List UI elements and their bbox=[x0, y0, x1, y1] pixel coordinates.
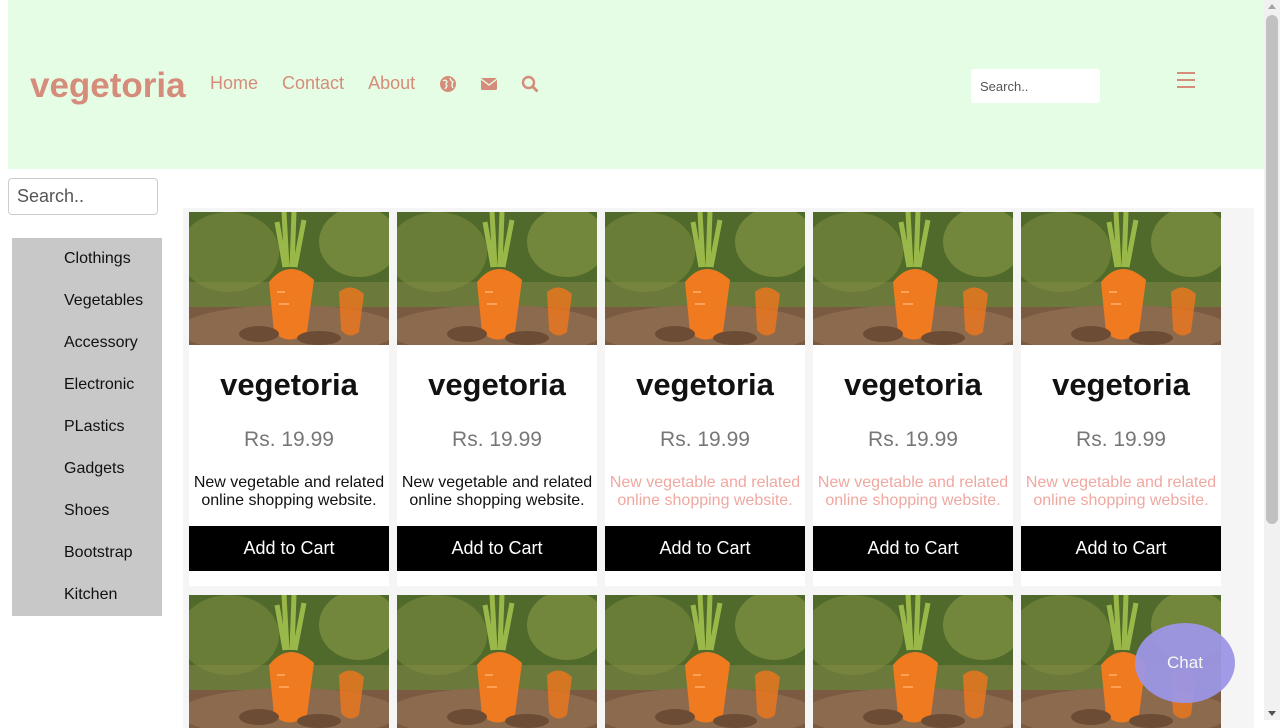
add-to-cart-button[interactable]: Add to Cart bbox=[189, 526, 389, 571]
search-icon[interactable] bbox=[521, 75, 539, 93]
product-card bbox=[189, 595, 389, 728]
product-image[interactable] bbox=[605, 595, 805, 728]
scroll-down-arrow-icon[interactable] bbox=[1268, 711, 1276, 716]
product-description: New vegetable and related online shoppin… bbox=[817, 474, 1009, 509]
product-price: Rs. 19.99 bbox=[452, 428, 542, 451]
sidebar-item-vegetables[interactable]: Vegetables bbox=[12, 280, 162, 322]
product-name: vegetoria bbox=[220, 367, 358, 402]
product-description: New vegetable and related online shoppin… bbox=[401, 474, 593, 509]
product-name: vegetoria bbox=[428, 367, 566, 402]
sidebar-item-clothings[interactable]: Clothings bbox=[12, 238, 162, 280]
product-image[interactable] bbox=[189, 595, 389, 728]
product-image[interactable] bbox=[605, 212, 805, 345]
product-image[interactable] bbox=[813, 212, 1013, 345]
product-name: vegetoria bbox=[1052, 367, 1190, 402]
scroll-thumb[interactable] bbox=[1266, 15, 1278, 524]
product-name: vegetoria bbox=[844, 367, 982, 402]
scroll-up-arrow-icon[interactable] bbox=[1268, 4, 1276, 9]
add-to-cart-button[interactable]: Add to Cart bbox=[1021, 526, 1221, 571]
globe-icon[interactable] bbox=[439, 75, 457, 93]
site-logo[interactable]: vegetoria bbox=[30, 66, 186, 106]
product-description: New vegetable and related online shoppin… bbox=[193, 474, 385, 509]
product-description: New vegetable and related online shoppin… bbox=[1025, 474, 1217, 509]
site-header: vegetoria Home Contact About bbox=[8, 0, 1264, 169]
product-grid: vegetoria Rs. 19.99 New vegetable and re… bbox=[183, 208, 1254, 728]
sidebar-item-plastics[interactable]: PLastics bbox=[12, 406, 162, 448]
product-card bbox=[813, 595, 1013, 728]
hamburger-menu-icon[interactable] bbox=[1177, 72, 1195, 90]
product-description: New vegetable and related online shoppin… bbox=[609, 474, 801, 509]
add-to-cart-button[interactable]: Add to Cart bbox=[397, 526, 597, 571]
nav-contact-link[interactable]: Contact bbox=[282, 73, 344, 94]
sidebar-item-bootstrap[interactable]: Bootstrap bbox=[12, 532, 162, 574]
sidebar-search-input[interactable] bbox=[8, 178, 158, 215]
product-image[interactable] bbox=[1021, 212, 1221, 345]
product-card bbox=[397, 595, 597, 728]
chat-button[interactable]: Chat bbox=[1135, 623, 1235, 703]
main-nav: Home Contact About bbox=[210, 73, 562, 94]
sidebar-item-accessory[interactable]: Accessory bbox=[12, 322, 162, 364]
product-card: vegetoria Rs. 19.99 New vegetable and re… bbox=[605, 212, 805, 586]
product-image[interactable] bbox=[189, 212, 389, 345]
product-card bbox=[605, 595, 805, 728]
add-to-cart-button[interactable]: Add to Cart bbox=[605, 526, 805, 571]
nav-home-link[interactable]: Home bbox=[210, 73, 258, 94]
product-price: Rs. 19.99 bbox=[660, 428, 750, 451]
product-price: Rs. 19.99 bbox=[1076, 428, 1166, 451]
sidebar-item-electronic[interactable]: Electronic bbox=[12, 364, 162, 406]
page-scrollbar[interactable] bbox=[1264, 0, 1280, 720]
category-sidebar: Clothings Vegetables Accessory Electroni… bbox=[12, 238, 162, 616]
header-search-input[interactable] bbox=[971, 69, 1100, 103]
product-price: Rs. 19.99 bbox=[244, 428, 334, 451]
sidebar-item-kitchen[interactable]: Kitchen bbox=[12, 574, 162, 616]
envelope-icon[interactable] bbox=[480, 75, 498, 93]
product-card: vegetoria Rs. 19.99 New vegetable and re… bbox=[813, 212, 1013, 586]
product-price: Rs. 19.99 bbox=[868, 428, 958, 451]
sidebar-item-gadgets[interactable]: Gadgets bbox=[12, 448, 162, 490]
sidebar-item-shoes[interactable]: Shoes bbox=[12, 490, 162, 532]
product-card: vegetoria Rs. 19.99 New vegetable and re… bbox=[397, 212, 597, 586]
product-name: vegetoria bbox=[636, 367, 774, 402]
product-card: vegetoria Rs. 19.99 New vegetable and re… bbox=[189, 212, 389, 586]
nav-about-link[interactable]: About bbox=[368, 73, 415, 94]
product-image[interactable] bbox=[813, 595, 1013, 728]
product-image[interactable] bbox=[397, 212, 597, 345]
product-image[interactable] bbox=[397, 595, 597, 728]
product-card: vegetoria Rs. 19.99 New vegetable and re… bbox=[1021, 212, 1221, 586]
add-to-cart-button[interactable]: Add to Cart bbox=[813, 526, 1013, 571]
